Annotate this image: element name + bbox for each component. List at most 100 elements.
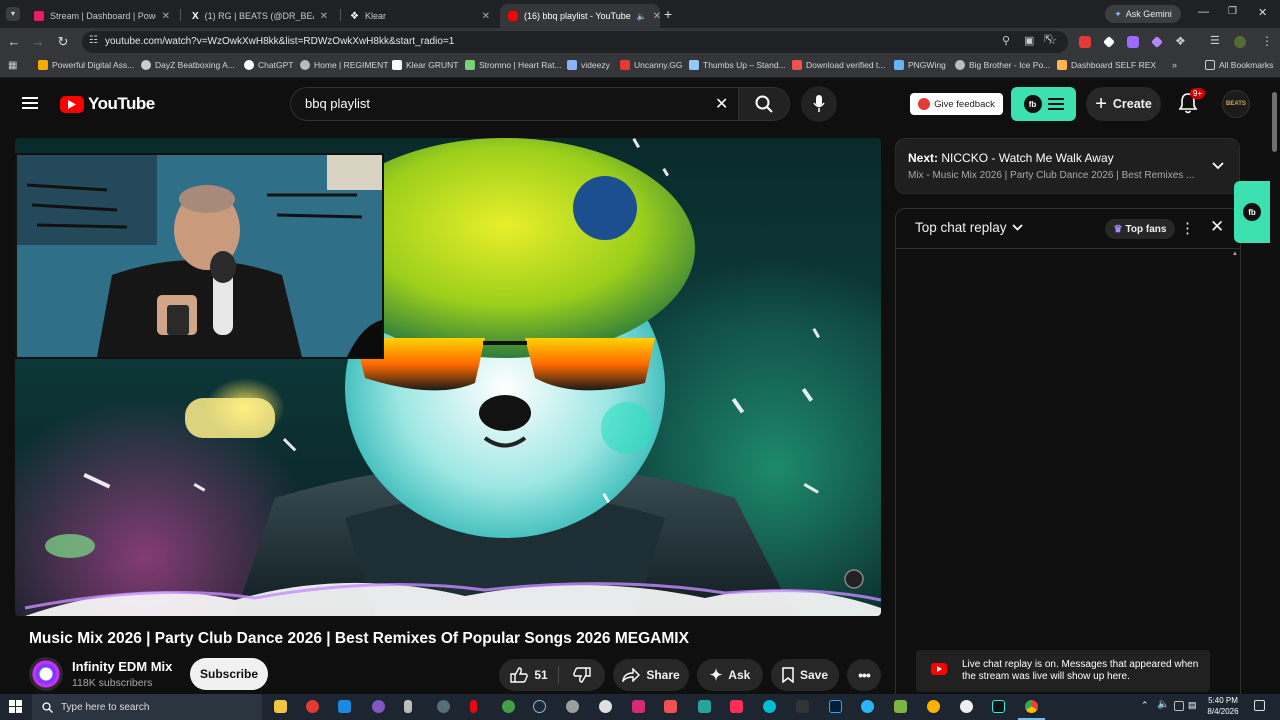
bookmarks-overflow-icon[interactable]: » — [1172, 60, 1177, 70]
app-icon[interactable] — [664, 700, 677, 713]
app-icon[interactable] — [927, 700, 940, 713]
notifications-button[interactable]: 9+ — [1178, 88, 1206, 116]
search-button[interactable] — [738, 87, 790, 121]
forward-button[interactable]: → — [30, 34, 46, 49]
bookmark-item[interactable]: Klear GRUNT — [392, 60, 458, 70]
app-icon[interactable] — [960, 700, 973, 713]
search-input[interactable]: bbq playlist ✕ — [290, 87, 738, 121]
reading-list-icon[interactable]: ☰ — [1210, 34, 1220, 47]
save-button[interactable]: Save — [771, 659, 839, 691]
channel-avatar[interactable] — [29, 657, 63, 691]
bookmark-item[interactable]: Big Brother - Ice Po... — [955, 60, 1050, 70]
bookmark-item[interactable]: DayZ Beatboxing A... — [141, 60, 235, 70]
taskbar-search-input[interactable]: Type here to search — [32, 694, 262, 720]
puzzle-extensions-icon[interactable]: ❖ — [1175, 34, 1186, 48]
close-icon[interactable]: ✕ — [320, 11, 328, 22]
channel-name[interactable]: Infinity EDM Mix — [72, 659, 172, 674]
dislike-button[interactable] — [559, 659, 605, 691]
reload-button[interactable]: ↻ — [55, 34, 71, 50]
voice-search-button[interactable] — [801, 86, 837, 122]
bookmark-item[interactable]: Download verified t... — [792, 60, 885, 70]
new-tab-button[interactable]: + — [664, 6, 672, 22]
youtube-logo[interactable]: YouTube — [60, 94, 155, 114]
chrome-icon[interactable] — [1025, 700, 1038, 713]
app-icon[interactable] — [437, 700, 450, 713]
tab-search-button[interactable]: ▾ — [6, 7, 20, 21]
create-button[interactable]: + Create — [1086, 87, 1161, 121]
bookmark-star-icon[interactable]: ☆ — [1047, 34, 1057, 47]
bookmark-item[interactable]: Home | REGIMENT — [300, 60, 388, 70]
taskbar-clock[interactable]: 5:40 PM 8/4/2026 — [1200, 695, 1246, 717]
bookmark-item[interactable]: Dashboard SELF REX — [1057, 60, 1156, 70]
telegram-icon[interactable] — [861, 700, 874, 713]
bookmark-item[interactable]: PNGWing — [894, 60, 946, 70]
epic-games-icon[interactable] — [796, 700, 809, 713]
back-button[interactable]: ← — [6, 34, 22, 49]
ask-button[interactable]: ✦ Ask — [697, 659, 763, 691]
netflix-icon[interactable] — [470, 700, 477, 713]
network-tray-icon[interactable]: ▤ — [1188, 700, 1197, 711]
zoom-icon[interactable]: ⚲ — [1002, 34, 1010, 47]
tab-klear[interactable]: ❖ Klear ✕ — [342, 4, 498, 28]
minimize-button[interactable]: — — [1198, 6, 1209, 18]
app-icon[interactable] — [338, 700, 351, 713]
site-info-icon[interactable]: ☷ — [89, 35, 98, 46]
bookmark-item[interactable]: Uncanny.GG — [620, 60, 683, 70]
app-icon[interactable] — [306, 700, 319, 713]
bookmark-item[interactable]: Thumbs Up – Stand... — [689, 60, 786, 70]
extension-side-tab[interactable]: fb — [1234, 181, 1270, 243]
bookmark-item[interactable]: Powerful Digital Ass... — [38, 60, 134, 70]
account-avatar[interactable]: BEATS — [1222, 90, 1250, 118]
clear-search-icon[interactable]: ✕ — [715, 94, 728, 114]
chat-more-options-icon[interactable]: ⋮ — [1180, 219, 1195, 237]
profile-avatar[interactable] — [1234, 36, 1246, 48]
app-icon[interactable] — [698, 700, 711, 713]
speaker-icon[interactable]: 🔈 — [637, 12, 647, 21]
bookmark-item[interactable]: videezy — [567, 60, 610, 70]
chat-scroll-arrow-icon[interactable]: ▲ — [1232, 251, 1238, 257]
like-button[interactable]: 51 — [499, 659, 559, 691]
browser-menu-icon[interactable]: ⋮ — [1261, 34, 1273, 48]
speaker-tray-icon[interactable]: 🔈 — [1157, 699, 1169, 710]
apps-grid-icon[interactable]: ▦ — [8, 60, 17, 71]
bookmark-item[interactable]: Stromno | Heart Rat... — [465, 60, 562, 70]
app-icon[interactable] — [599, 700, 612, 713]
extension-diamond-icon[interactable] — [1103, 36, 1115, 48]
tiktok-icon[interactable] — [992, 700, 1005, 713]
file-explorer-icon[interactable] — [274, 700, 287, 713]
windows-start-icon[interactable] — [9, 700, 22, 718]
app-icon[interactable] — [894, 700, 907, 713]
app-icon[interactable] — [566, 700, 579, 713]
instagram-icon[interactable] — [632, 700, 645, 713]
all-bookmarks-button[interactable]: All Bookmarks — [1205, 60, 1273, 70]
close-icon[interactable]: ✕ — [482, 11, 490, 22]
top-fans-button[interactable]: ♛ Top fans — [1105, 219, 1175, 239]
close-chat-icon[interactable]: ✕ — [1210, 217, 1224, 237]
tray-overflow-icon[interactable]: ⌃ — [1141, 700, 1149, 711]
maximize-button[interactable]: ❐ — [1228, 6, 1237, 17]
close-icon[interactable]: ✕ — [162, 11, 170, 22]
hamburger-menu-icon[interactable] — [22, 96, 38, 110]
up-next-card[interactable]: Next: NICCKO - Watch Me Walk Away Mix - … — [895, 138, 1240, 194]
close-icon[interactable]: ✕ — [653, 11, 661, 22]
extension-purple-icon[interactable] — [1127, 36, 1139, 48]
page-scrollbar[interactable] — [1272, 92, 1277, 152]
window-close-button[interactable]: ✕ — [1258, 6, 1267, 19]
tab-powerirl[interactable]: Stream | Dashboard | PowerIRL ✕ — [26, 4, 178, 28]
app-icon[interactable] — [372, 700, 385, 713]
extension-gem-icon[interactable] — [1151, 36, 1163, 48]
subscribe-button[interactable]: Subscribe — [190, 658, 268, 690]
give-feedback-button[interactable]: Give feedback — [910, 93, 1003, 115]
tab-youtube[interactable]: (16) bbq playlist - YouTube 🔈 ✕ — [500, 4, 661, 28]
photoshop-icon[interactable] — [829, 700, 842, 713]
ask-gemini-button[interactable]: ✦ Ask Gemini — [1105, 5, 1181, 23]
tiktok-icon[interactable] — [730, 700, 743, 713]
steam-icon[interactable] — [533, 700, 546, 713]
more-actions-button[interactable]: ••• — [847, 659, 881, 691]
app-icon[interactable] — [502, 700, 515, 713]
share-button[interactable]: Share — [613, 659, 689, 691]
chevron-down-icon[interactable] — [1212, 157, 1224, 175]
microphone-app-icon[interactable] — [404, 700, 412, 713]
tab-x-profile[interactable]: X (1) RG | BEATS (@DR_BEATS_KI... ✕ — [184, 4, 336, 28]
notification-center-icon[interactable] — [1254, 700, 1265, 711]
